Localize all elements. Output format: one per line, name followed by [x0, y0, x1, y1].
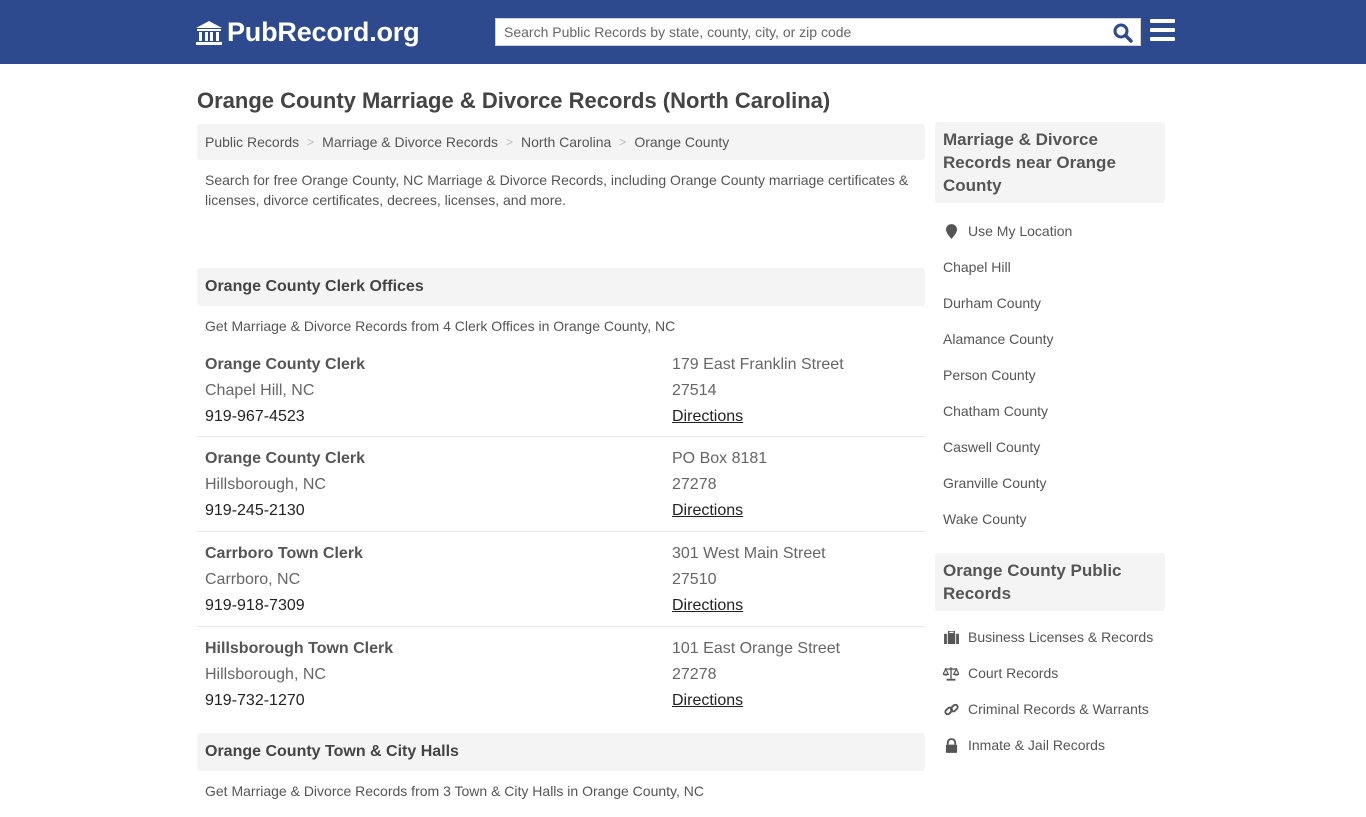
- main-content: Public Records > Marriage & Divorce Reco…: [197, 124, 925, 817]
- intro-text: Search for free Orange County, NC Marria…: [205, 172, 909, 208]
- town-halls-subtitle: Get Marriage & Divorce Records from 3 To…: [205, 783, 704, 799]
- link-icon: [943, 701, 959, 717]
- lock-icon: [943, 737, 959, 753]
- clerk-offices-heading: Orange County Clerk Offices: [197, 268, 925, 306]
- nearby-list: Use My Location Chapel Hill Durham Count…: [935, 203, 1165, 553]
- nearby-alamance-county[interactable]: Alamance County: [943, 321, 1165, 357]
- office-address: 101 East Orange Street: [672, 640, 841, 657]
- office-row: Orange County Clerk Chapel Hill, NC 919-…: [197, 352, 925, 437]
- scale-icon: [943, 665, 959, 681]
- office-city: Hillsborough, NC: [205, 666, 326, 683]
- directions-link[interactable]: Directions: [672, 408, 743, 425]
- inmate-records-link[interactable]: Inmate & Jail Records: [943, 727, 1165, 763]
- breadcrumb-orange-county[interactable]: Orange County: [634, 134, 729, 150]
- office-zip: 27514: [672, 382, 717, 399]
- nearby-chatham-county[interactable]: Chatham County: [943, 393, 1165, 429]
- courthouse-icon: [196, 20, 222, 45]
- directions-link[interactable]: Directions: [672, 502, 743, 519]
- page-title: Orange County Marriage & Divorce Records…: [197, 88, 831, 113]
- office-row: Carrboro Town Clerk Carrboro, NC 919-918…: [197, 532, 925, 627]
- directions-link[interactable]: Directions: [672, 692, 743, 709]
- search-icon[interactable]: [1112, 22, 1134, 44]
- criminal-records-label: Criminal Records & Warrants: [968, 701, 1149, 717]
- breadcrumb: Public Records > Marriage & Divorce Reco…: [197, 124, 925, 160]
- use-my-location-link[interactable]: Use My Location: [943, 213, 1165, 249]
- breadcrumb-separator: >: [506, 135, 514, 149]
- office-phone[interactable]: 919-967-4523: [205, 404, 672, 430]
- office-city: Carrboro, NC: [205, 571, 301, 588]
- office-phone[interactable]: 919-732-1270: [205, 688, 672, 714]
- sidebar: Marriage & Divorce Records near Orange C…: [935, 122, 1165, 779]
- business-licenses-link[interactable]: Business Licenses & Records: [943, 619, 1165, 655]
- nearby-granville-county[interactable]: Granville County: [943, 465, 1165, 501]
- office-name: Carrboro Town Clerk: [205, 545, 363, 562]
- office-name: Hillsborough Town Clerk: [205, 640, 394, 657]
- nearby-chapel-hill[interactable]: Chapel Hill: [943, 249, 1165, 285]
- public-records-heading: Orange County Public Records: [935, 553, 1165, 611]
- court-records-label: Court Records: [968, 665, 1059, 681]
- criminal-records-link[interactable]: Criminal Records & Warrants: [943, 691, 1165, 727]
- office-name: Orange County Clerk: [205, 356, 366, 373]
- site-logo[interactable]: PubRecord.org: [195, 17, 420, 48]
- directions-link[interactable]: Directions: [672, 597, 743, 614]
- office-phone[interactable]: 919-245-2130: [205, 498, 672, 524]
- office-row: Hillsborough Town Clerk Hillsborough, NC…: [197, 627, 925, 722]
- office-city: Hillsborough, NC: [205, 476, 326, 493]
- map-marker-icon: [943, 223, 959, 239]
- top-navbar: PubRecord.org: [0, 0, 1366, 64]
- office-zip: 27510: [672, 571, 717, 588]
- clerk-offices-subtitle: Get Marriage & Divorce Records from 4 Cl…: [205, 318, 676, 334]
- public-records-list: Business Licenses & Records Court Record…: [935, 611, 1165, 779]
- office-address: PO Box 8181: [672, 450, 768, 467]
- nearby-records-heading: Marriage & Divorce Records near Orange C…: [935, 122, 1165, 203]
- office-phone[interactable]: 919-918-7309: [205, 593, 672, 619]
- use-my-location-label: Use My Location: [968, 223, 1073, 239]
- breadcrumb-separator: >: [307, 135, 315, 149]
- search-box: [495, 18, 1141, 46]
- business-licenses-label: Business Licenses & Records: [968, 629, 1154, 645]
- nearby-person-county[interactable]: Person County: [943, 357, 1165, 393]
- office-city: Chapel Hill, NC: [205, 382, 315, 399]
- breadcrumb-marriage-divorce[interactable]: Marriage & Divorce Records: [322, 134, 498, 150]
- office-row: Orange County Clerk Hillsborough, NC 919…: [197, 437, 925, 532]
- logo-text: PubRecord.org: [227, 17, 420, 47]
- briefcase-icon: [943, 629, 959, 645]
- breadcrumb-separator: >: [619, 135, 627, 149]
- office-zip: 27278: [672, 666, 717, 683]
- office-name: Orange County Clerk: [205, 450, 366, 467]
- search-input[interactable]: [496, 19, 1140, 45]
- town-halls-heading: Orange County Town & City Halls: [197, 733, 925, 771]
- breadcrumb-public-records[interactable]: Public Records: [205, 134, 299, 150]
- nearby-caswell-county[interactable]: Caswell County: [943, 429, 1165, 465]
- inmate-records-label: Inmate & Jail Records: [968, 737, 1105, 753]
- office-zip: 27278: [672, 476, 717, 493]
- office-address: 301 West Main Street: [672, 545, 826, 562]
- office-address: 179 East Franklin Street: [672, 356, 844, 373]
- nearby-durham-county[interactable]: Durham County: [943, 285, 1165, 321]
- hamburger-menu-icon[interactable]: [1150, 19, 1175, 43]
- breadcrumb-north-carolina[interactable]: North Carolina: [521, 134, 611, 150]
- court-records-link[interactable]: Court Records: [943, 655, 1165, 691]
- nearby-wake-county[interactable]: Wake County: [943, 501, 1165, 537]
